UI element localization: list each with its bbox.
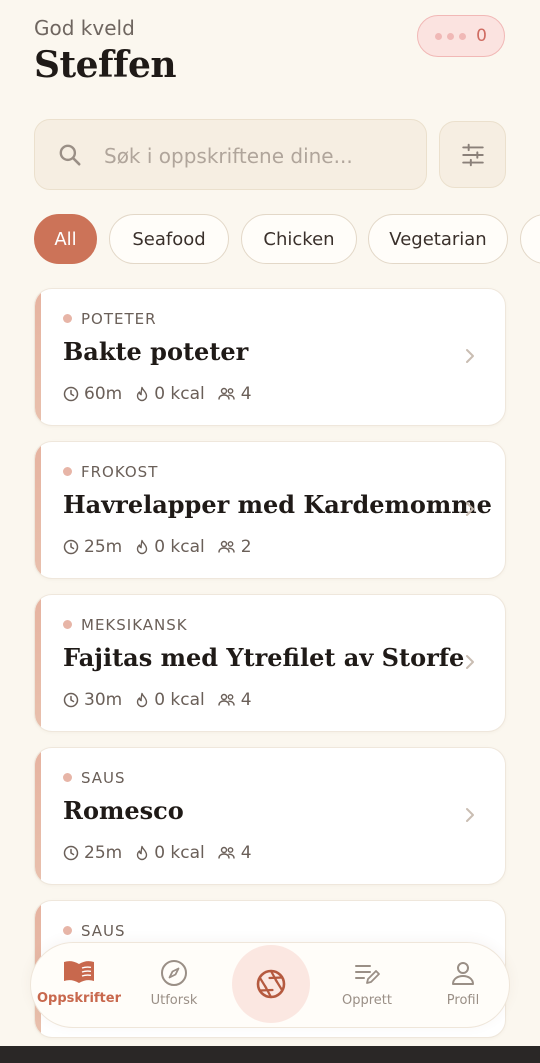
people-icon bbox=[218, 540, 235, 553]
chip-chicken[interactable]: Chicken bbox=[241, 214, 357, 264]
recipe-time: 60m bbox=[84, 384, 123, 404]
recipe-servings: 4 bbox=[240, 384, 252, 404]
chevron-right-icon bbox=[466, 349, 474, 363]
recipe-category: POTETER bbox=[81, 310, 157, 328]
recipe-title: Bakte poteter bbox=[63, 337, 249, 366]
tab-utforsk[interactable]: Utforsk bbox=[129, 959, 219, 1008]
tab-label: Opprett bbox=[342, 993, 392, 1008]
recipe-kcal: 0 kcal bbox=[154, 537, 205, 557]
flame-icon bbox=[137, 845, 148, 861]
people-icon bbox=[218, 693, 235, 706]
search-input[interactable]: Søk i oppskriftene dine... bbox=[34, 119, 427, 190]
recipe-title: Romesco bbox=[63, 796, 184, 825]
tab-label: Oppskrifter bbox=[36, 991, 121, 1006]
search-icon bbox=[59, 144, 81, 166]
chip-vegetarian[interactable]: Vegetarian bbox=[368, 214, 508, 264]
recipe-time: 25m bbox=[84, 537, 123, 557]
chevron-right-icon bbox=[466, 808, 474, 822]
bottom-tab-bar: Oppskrifter Utforsk Opprett Profil bbox=[30, 942, 510, 1028]
tab-oppskrifter[interactable]: Oppskrifter bbox=[34, 959, 124, 1006]
chip-more[interactable] bbox=[520, 214, 540, 264]
recipe-time: 30m bbox=[84, 690, 123, 710]
recipe-category: MEKSIKANSK bbox=[81, 616, 188, 634]
category-chips: All Seafood Chicken Vegetarian bbox=[34, 214, 540, 266]
recipe-servings: 4 bbox=[240, 843, 252, 863]
flame-icon bbox=[137, 692, 148, 708]
clock-icon bbox=[63, 692, 79, 708]
flame-icon bbox=[137, 539, 148, 555]
recipe-meta: 30m 0 kcal 4 bbox=[63, 690, 265, 710]
badge-count: 0 bbox=[476, 26, 487, 46]
recipe-title: Havrelapper med Kardemomme bbox=[63, 490, 492, 519]
recipe-kcal: 0 kcal bbox=[154, 384, 205, 404]
system-nav-bar bbox=[0, 1046, 540, 1063]
recipe-card[interactable]: FROKOST Havrelapper med Kardemomme 25m 0… bbox=[34, 441, 506, 579]
category-dot bbox=[63, 773, 72, 782]
recipe-card[interactable]: POTETER Bakte poteter 60m 0 kcal 4 bbox=[34, 288, 506, 426]
notification-badge[interactable]: 0 bbox=[417, 15, 505, 57]
recipe-category: FROKOST bbox=[81, 463, 159, 481]
chip-all[interactable]: All bbox=[34, 214, 97, 264]
recipe-meta: 25m 0 kcal 4 bbox=[63, 843, 265, 863]
recipe-servings: 2 bbox=[240, 537, 252, 557]
flame-icon bbox=[137, 386, 148, 402]
card-accent-bar bbox=[35, 442, 41, 578]
card-accent-bar bbox=[35, 595, 41, 731]
book-icon bbox=[64, 961, 94, 983]
recipe-card[interactable]: SAUS Romesco 25m 0 kcal 4 bbox=[34, 747, 506, 885]
card-accent-bar bbox=[35, 748, 41, 884]
recipe-title: Fajitas med Ytrefilet av Storfe bbox=[63, 643, 465, 672]
filter-button[interactable] bbox=[439, 121, 506, 188]
category-dot bbox=[63, 314, 72, 323]
category-dot bbox=[63, 620, 72, 629]
search-placeholder: Søk i oppskriftene dine... bbox=[104, 144, 353, 168]
user-icon bbox=[452, 962, 474, 985]
sliders-icon bbox=[461, 143, 484, 166]
chip-seafood[interactable]: Seafood bbox=[109, 214, 229, 264]
card-accent-bar bbox=[35, 289, 41, 425]
people-icon bbox=[218, 846, 235, 859]
recipe-time: 25m bbox=[84, 843, 123, 863]
camera-shutter-icon bbox=[256, 969, 286, 999]
recipe-kcal: 0 kcal bbox=[154, 843, 205, 863]
edit-list-icon bbox=[355, 965, 380, 984]
people-icon bbox=[218, 387, 235, 400]
recipe-category: SAUS bbox=[81, 922, 126, 940]
scan-button[interactable] bbox=[232, 945, 310, 1023]
chevron-right-icon bbox=[466, 655, 474, 669]
recipe-kcal: 0 kcal bbox=[154, 690, 205, 710]
clock-icon bbox=[63, 845, 79, 861]
recipe-card[interactable]: MEKSIKANSK Fajitas med Ytrefilet av Stor… bbox=[34, 594, 506, 732]
category-dot bbox=[63, 926, 72, 935]
recipe-servings: 4 bbox=[240, 690, 252, 710]
recipe-meta: 25m 0 kcal 2 bbox=[63, 537, 265, 557]
dots-icon bbox=[435, 32, 467, 40]
greeting: God kveld bbox=[34, 16, 135, 40]
category-dot bbox=[63, 467, 72, 476]
clock-icon bbox=[63, 386, 79, 402]
tab-opprett[interactable]: Opprett bbox=[322, 959, 412, 1008]
chevron-right-icon bbox=[466, 502, 474, 516]
recipe-category: SAUS bbox=[81, 769, 126, 787]
username: Steffen bbox=[34, 44, 177, 86]
tab-label: Profil bbox=[446, 993, 480, 1008]
recipe-meta: 60m 0 kcal 4 bbox=[63, 384, 265, 404]
compass-icon bbox=[161, 960, 187, 986]
clock-icon bbox=[63, 539, 79, 555]
tab-profil[interactable]: Profil bbox=[418, 959, 508, 1008]
tab-label: Utforsk bbox=[150, 993, 198, 1008]
